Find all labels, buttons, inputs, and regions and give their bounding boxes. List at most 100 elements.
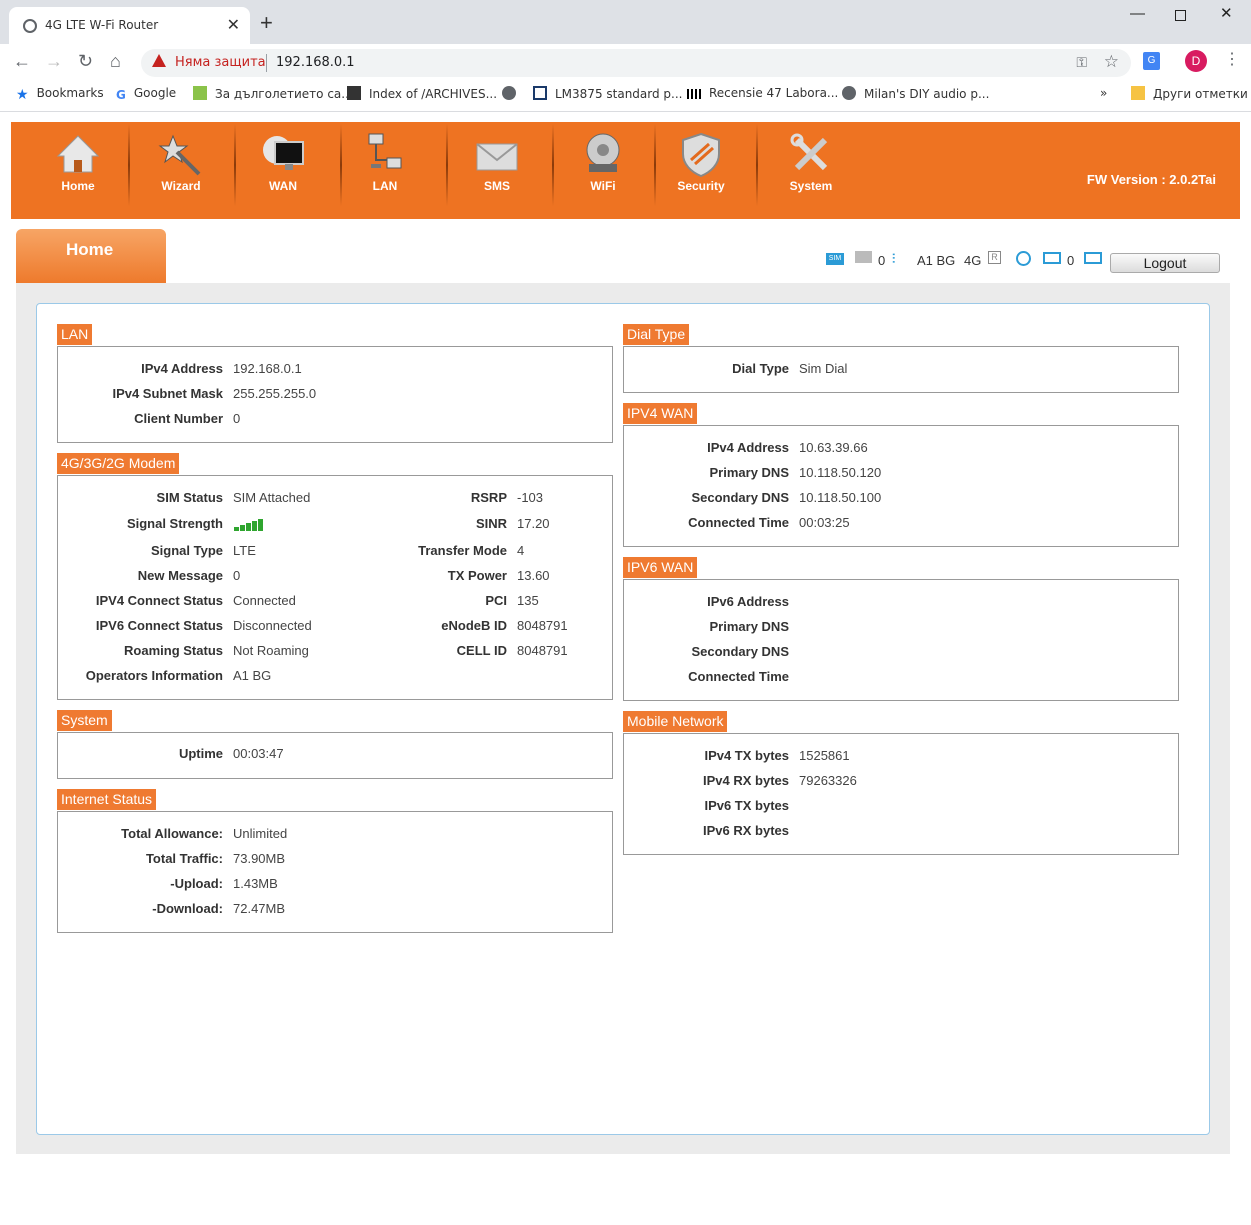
roaming-icon: R xyxy=(988,251,1001,264)
tab-title: 4G LTE W-Fi Router xyxy=(45,18,159,32)
mobile-section-title: Mobile Network xyxy=(623,711,728,732)
field-value: -103 xyxy=(517,490,544,505)
bars-icon xyxy=(687,89,701,99)
bookmark-item[interactable]: G Google xyxy=(116,86,176,102)
envelope-icon xyxy=(476,143,518,171)
field-value: 4 xyxy=(517,543,525,558)
menu-icon[interactable]: ⋮ xyxy=(1224,50,1240,70)
ipv6wan-section: IPv6 Address Primary DNS Secondary DNS C… xyxy=(623,579,1179,701)
field-label: Signal Type xyxy=(151,543,223,558)
field-value: 17.20 xyxy=(517,516,550,531)
field-label: Secondary DNS xyxy=(691,644,789,659)
nav-lan[interactable]: LAN xyxy=(355,122,415,206)
field-label: -Download: xyxy=(152,901,223,916)
ipv4wan-section-title: IPV4 WAN xyxy=(623,403,698,424)
address-bar[interactable]: Няма защита 192.168.0.1 ⚿ ☆ xyxy=(141,49,1131,77)
field-label: SIM Status xyxy=(156,490,223,505)
url-text[interactable]: 192.168.0.1 xyxy=(276,55,355,70)
field-label: IPv4 RX bytes xyxy=(703,773,789,788)
minimize-button[interactable]: — xyxy=(1130,6,1145,22)
nav-system[interactable]: System xyxy=(781,122,841,206)
bookmark-star-icon[interactable]: ☆ xyxy=(1104,52,1119,72)
field-label: Transfer Mode xyxy=(418,543,507,558)
field-label: Signal Strength xyxy=(126,516,223,531)
browser-tab[interactable]: 4G LTE W-Fi Router ✕ xyxy=(9,7,250,44)
bookmark-item[interactable]: Index of /ARCHIVES... xyxy=(347,86,497,101)
bookmark-item[interactable]: LM3875 standard p... xyxy=(533,86,683,101)
bookmark-item[interactable]: За дълголетието са... xyxy=(193,86,353,101)
client-count: 0 xyxy=(1067,253,1075,268)
field-label: Client Number xyxy=(134,411,223,426)
close-window-button[interactable]: ✕ xyxy=(1220,6,1233,22)
field-label: Roaming Status xyxy=(124,643,223,658)
logout-button[interactable]: Logout xyxy=(1110,253,1220,273)
signal-strength-bars xyxy=(234,518,263,531)
bookmark-label: Index of /ARCHIVES... xyxy=(369,87,498,101)
translate-extension-icon[interactable]: G xyxy=(1143,52,1160,70)
reload-icon[interactable]: ↻ xyxy=(78,51,93,71)
new-tab-button[interactable]: + xyxy=(260,12,273,34)
nav-wizard[interactable]: Wizard xyxy=(151,122,211,206)
forward-icon[interactable]: → xyxy=(45,51,63,71)
nav-label: Security xyxy=(677,179,725,193)
field-label: CELL ID xyxy=(456,643,507,658)
wifi-router-icon xyxy=(586,133,620,172)
field-value: Sim Dial xyxy=(799,361,848,376)
bookmark-item[interactable] xyxy=(502,86,524,101)
more-bookmarks-icon[interactable]: » xyxy=(1100,86,1107,100)
system-section-title: System xyxy=(57,710,112,731)
close-tab-icon[interactable]: ✕ xyxy=(227,15,240,35)
field-label: IPv4 Address xyxy=(141,361,223,376)
signal-icon: ⫶ xyxy=(892,251,896,266)
security-label[interactable]: Няма защита xyxy=(175,55,266,70)
lan-clients-icon xyxy=(1084,252,1102,264)
nav-wan[interactable]: WAN xyxy=(253,122,313,206)
bookmark-label: Google xyxy=(133,86,177,100)
bookmark-item[interactable]: ★ Bookmarks xyxy=(16,86,104,103)
field-value: 00:03:47 xyxy=(233,746,284,761)
page-icon xyxy=(347,86,361,100)
nav-divider xyxy=(552,124,554,206)
wand-icon xyxy=(158,134,201,176)
nav-wifi[interactable]: WiFi xyxy=(573,122,633,206)
nav-divider xyxy=(340,124,342,206)
bookmark-label: LM3875 standard p... xyxy=(555,87,683,101)
bookmark-item[interactable]: Recensie 47 Labora... xyxy=(687,86,838,100)
bookmark-label: Recensie 47 Labora... xyxy=(709,86,839,100)
message-icon xyxy=(855,251,872,263)
field-label: Total Allowance: xyxy=(121,826,223,841)
field-value: 0 xyxy=(233,411,241,426)
ipv4wan-section: IPv4 Address 10.63.39.66 Primary DNS 10.11… xyxy=(623,425,1179,547)
globe-icon xyxy=(842,86,856,100)
field-value: 00:03:25 xyxy=(799,515,850,530)
dial-section: Dial Type Sim Dial xyxy=(623,346,1179,393)
home-browser-icon[interactable]: ⌂ xyxy=(110,51,121,71)
profile-avatar[interactable]: D xyxy=(1185,50,1207,72)
nav-home[interactable]: Home xyxy=(48,122,108,206)
tab-home[interactable]: Home xyxy=(16,229,166,283)
field-value: LTE xyxy=(233,543,256,558)
internet-section: Total Allowance: Unlimited Total Traffic:… xyxy=(57,811,613,933)
bookmark-label: Milan's DIY audio p... xyxy=(864,87,990,101)
field-label: IPv6 TX bytes xyxy=(704,798,789,813)
field-label: IPv4 Subnet Mask xyxy=(112,386,223,401)
modem-section-title: 4G/3G/2G Modem xyxy=(57,453,180,474)
field-value: 192.168.0.1 xyxy=(233,361,302,376)
nav-sms[interactable]: SMS xyxy=(467,122,527,206)
back-icon[interactable]: ← xyxy=(13,51,31,71)
key-icon[interactable]: ⚿ xyxy=(1076,54,1087,71)
field-value: 13.60 xyxy=(517,568,550,583)
field-value: 1.43MB xyxy=(233,876,278,891)
maximize-button[interactable] xyxy=(1175,10,1186,21)
field-label: RSRP xyxy=(470,490,507,505)
nav-security[interactable]: Security xyxy=(671,122,731,206)
field-value: Unlimited xyxy=(233,826,288,841)
field-label: Uptime xyxy=(178,746,223,761)
bookmark-item[interactable]: Milan's DIY audio p... xyxy=(842,86,989,101)
field-label: -Upload: xyxy=(170,876,223,891)
browser-toolbar: ← → ↻ ⌂ Няма защита 192.168.0.1 ⚿ ☆ G D … xyxy=(0,44,1251,80)
internet-section-title: Internet Status xyxy=(57,789,157,810)
other-bookmarks[interactable]: Други отметки xyxy=(1131,86,1248,101)
ipv6wan-section-title: IPV6 WAN xyxy=(623,557,698,578)
mobile-section: IPv4 TX bytes 1525861 IPv4 RX bytes 792633… xyxy=(623,733,1179,855)
